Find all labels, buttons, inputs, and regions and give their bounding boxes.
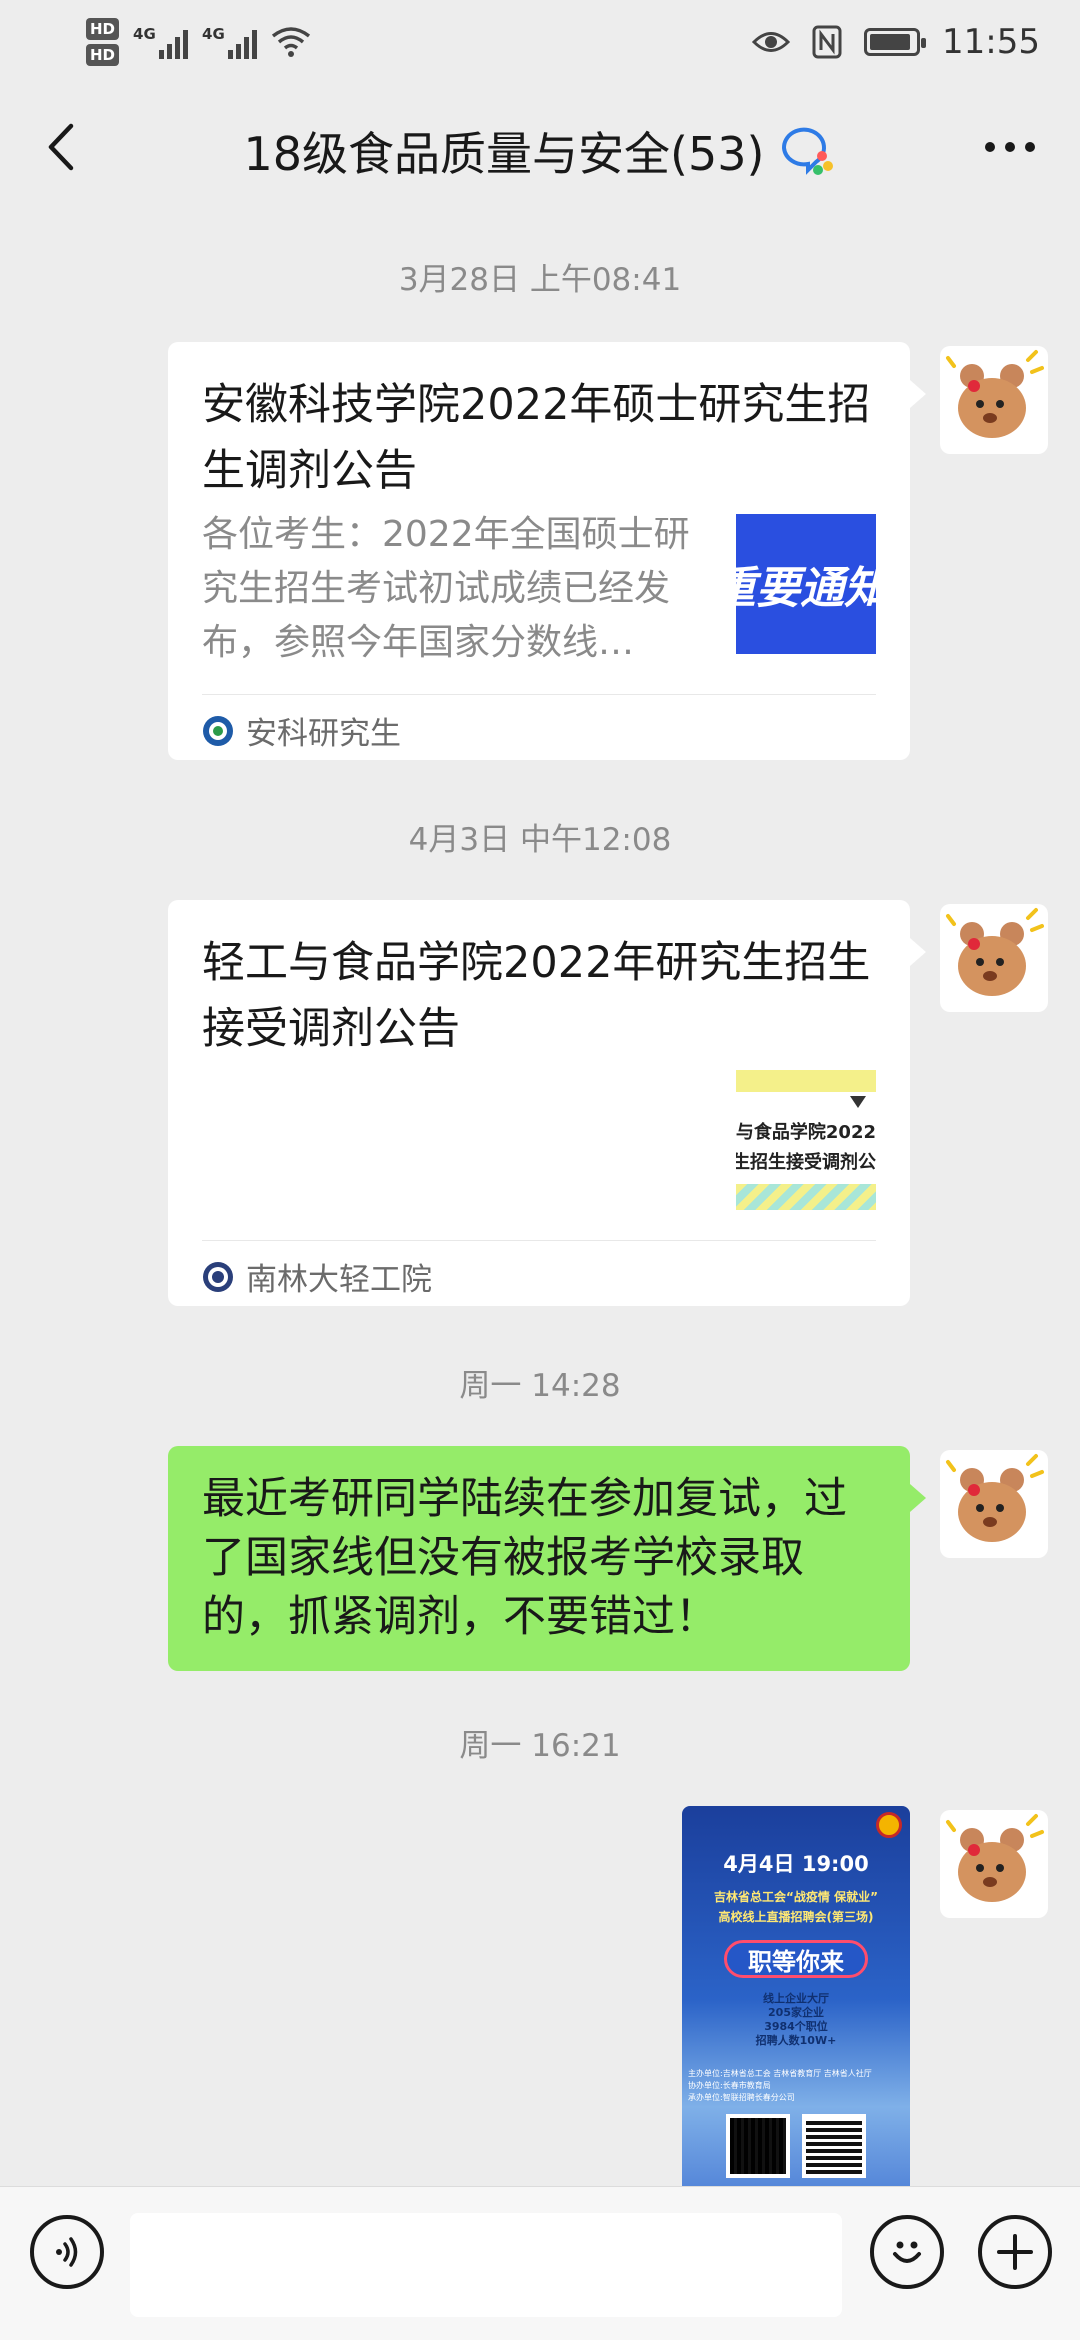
article-description: 各位考生：2022年全国硕士研究生招生考试初试成绩已经发布，参照今年国家分数线… — [202, 514, 690, 663]
plus-icon — [997, 2234, 1033, 2270]
qr-code-icon — [802, 2114, 866, 2178]
avatar[interactable] — [940, 904, 1048, 1012]
qr-code-icon — [726, 2114, 790, 2178]
timestamp: 4月3日 中午12:08 — [408, 822, 672, 858]
thumb-triangle-icon — [850, 1096, 866, 1108]
source-name: 安科研究生 — [246, 716, 401, 752]
group-chat-icon — [782, 127, 834, 175]
wifi-icon — [271, 27, 311, 57]
poster-date: 4月4日 19:00 — [723, 1852, 869, 1876]
chat-list[interactable]: 3月28日 上午08:41 安徽科技学院2022年硕士研究生招生调剂公告 各位考… — [0, 210, 1080, 2186]
poster-org1: 主办单位:吉林省总工会 吉林省教育厅 吉林省人社厅 — [688, 2069, 872, 2078]
clock: 11:55 — [942, 22, 1040, 62]
bear-avatar-icon — [946, 1454, 1044, 1542]
nav-bar: 18级食品质量与安全(53) — [0, 84, 1080, 210]
bear-avatar-icon — [946, 1814, 1044, 1902]
more-icon-dot — [985, 142, 995, 152]
signal1-label: 4G — [133, 25, 156, 43]
input-bar — [0, 2186, 1080, 2340]
thumbnail-text: 重要通知 — [736, 563, 876, 614]
poster-headline: 职等你来 — [724, 1940, 868, 1978]
source-logo-icon — [203, 1261, 233, 1292]
avatar[interactable] — [940, 1450, 1048, 1558]
hd2-badge: HD — [86, 44, 120, 66]
more-icon-dot — [1005, 142, 1015, 152]
timestamp: 3月28日 上午08:41 — [398, 262, 682, 298]
more-button[interactable] — [970, 114, 1050, 180]
article-card[interactable]: 轻工与食品学院2022年研究生招生接受调剂公告 与食品学院2022 生招生接受调… — [168, 900, 926, 1306]
article-card[interactable]: 安徽科技学院2022年硕士研究生招生调剂公告 各位考生：2022年全国硕士研究生… — [168, 342, 926, 760]
poster-stat4: 招聘人数10W+ — [755, 2034, 837, 2047]
poster-org3: 承办单位:智联招聘长春分公司 — [688, 2093, 795, 2102]
signal1-icon: 4G — [133, 25, 189, 59]
bear-avatar-icon — [946, 350, 1044, 438]
thumb-band — [736, 1070, 876, 1092]
source-name: 南林大轻工院 — [246, 1262, 432, 1298]
thumb-line1: 与食品学院2022 — [736, 1122, 876, 1143]
article-thumbnail: 重要通知 — [736, 514, 876, 654]
status-bar: HD HD 4G 4G 11:55 — [0, 0, 1080, 84]
hd1-badge: HD — [86, 18, 120, 40]
thumb-stripes — [736, 1184, 876, 1210]
battery-level — [870, 34, 910, 50]
emoji-icon — [893, 2241, 921, 2263]
article-title: 轻工与食品学院2022年研究生招生接受调剂公告 — [202, 938, 871, 1054]
timestamp: 周一 16:21 — [459, 1728, 621, 1764]
hd-icons: HD HD — [86, 18, 120, 66]
article-thumbnail: 与食品学院2022 生招生接受调剂公 — [736, 1070, 876, 1210]
nfc-icon — [812, 25, 842, 59]
image-message-poster[interactable]: 4月4日 19:00 吉林省总工会“战疫情 保就业” 高校线上直播招聘会(第三场… — [682, 1806, 910, 2186]
plus-button[interactable] — [978, 2215, 1052, 2289]
poster-line2: 高校线上直播招聘会(第三场) — [718, 1910, 874, 1924]
poster-line1: 吉林省总工会“战疫情 保就业” — [714, 1890, 878, 1904]
avatar[interactable] — [940, 346, 1048, 454]
card-divider — [202, 1240, 876, 1241]
card-divider — [202, 694, 876, 695]
poster-org2: 协办单位:长春市教育局 — [688, 2081, 771, 2090]
more-icon-dot — [1025, 142, 1035, 152]
text-message-bubble[interactable]: 最近考研同学陆续在参加复试，过了国家线但没有被报考学校录取的，抓紧调剂，不要错过… — [168, 1446, 926, 1671]
article-title: 安徽科技学院2022年硕士研究生招生调剂公告 — [202, 380, 871, 496]
thumb-line2: 生招生接受调剂公 — [736, 1152, 876, 1173]
voice-button[interactable] — [30, 2215, 104, 2289]
bear-avatar-icon — [946, 908, 1044, 996]
article-source: 安科研究生 — [202, 708, 401, 753]
message-input[interactable] — [130, 2213, 842, 2317]
chat-title: 18级食品质量与安全(53) — [0, 118, 1080, 184]
source-logo-icon — [203, 715, 233, 746]
battery-icon — [864, 28, 927, 56]
signal2-label: 4G — [202, 25, 225, 43]
article-source: 南林大轻工院 — [202, 1254, 432, 1299]
voice-icon — [56, 2237, 78, 2267]
eye-icon — [752, 32, 791, 52]
union-logo-icon — [876, 1812, 902, 1838]
chat-title-text: 18级食品质量与安全(53) — [243, 127, 765, 181]
emoji-button[interactable] — [870, 2215, 944, 2289]
signal2-icon: 4G — [202, 25, 258, 59]
avatar[interactable] — [940, 1810, 1048, 1918]
timestamp: 周一 14:28 — [459, 1368, 621, 1404]
